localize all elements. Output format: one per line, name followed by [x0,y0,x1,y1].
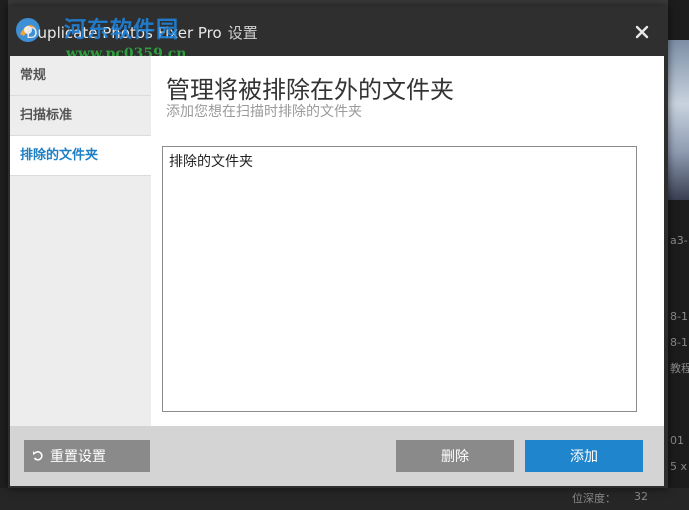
sidebar-item-scan-criteria[interactable]: 扫描标准 [10,96,151,136]
background-text: 5 x 9 [670,460,689,473]
close-icon [635,25,649,39]
background-text: 8-1 [670,310,688,323]
undo-icon [33,451,43,461]
background-text: a3-1 [670,234,689,247]
add-button[interactable]: 添加 [525,440,643,472]
background-photo-thumbnail [668,40,689,200]
background-text: 8-1 [670,336,688,349]
background-text: 01 [670,434,684,447]
dialog-footer: 重置设置 删除 添加 [10,426,664,486]
close-button[interactable] [630,20,654,44]
site-watermark: 河东软件园 [64,17,180,43]
settings-sidebar: 常规 扫描标准 排除的文件夹 [10,56,151,426]
background-text: 教程 [670,362,689,375]
sidebar-item-excluded-folders[interactable]: 排除的文件夹 [10,136,151,176]
delete-button[interactable]: 删除 [396,440,514,472]
settings-dialog: Duplicate Photos Fixer Pro 设置 河东软件园 www.p… [8,6,668,488]
page-title: 管理将被排除在外的文件夹 [166,76,454,104]
background-text: 位深度： [572,492,616,505]
list-column-header: 排除的文件夹 [169,154,253,170]
excluded-folders-panel: 管理将被排除在外的文件夹 添加您想在扫描时排除的文件夹 排除的文件夹 [151,56,664,426]
reset-settings-button[interactable]: 重置设置 [24,440,150,472]
title-bar[interactable]: Duplicate Photos Fixer Pro 设置 河东软件园 www.p… [8,6,668,62]
reset-settings-label: 重置设置 [50,449,106,465]
background-app-left [0,0,8,510]
window-title-section: 设置 [227,24,258,42]
excluded-folders-list[interactable]: 排除的文件夹 [162,146,637,412]
background-text: 32 [634,490,648,503]
sidebar-item-general[interactable]: 常规 [10,56,151,96]
page-subtitle: 添加您想在扫描时排除的文件夹 [166,104,362,120]
